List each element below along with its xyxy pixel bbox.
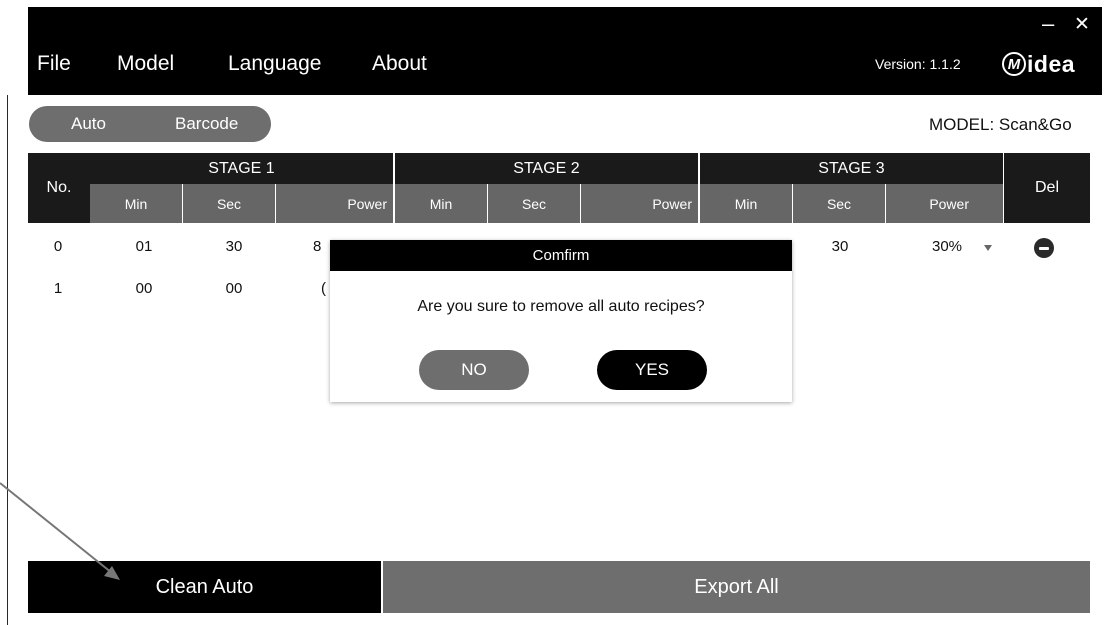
- stage-1-sec-header: Sec: [183, 184, 275, 223]
- brand-logo: M idea: [1002, 49, 1075, 79]
- auto-tab[interactable]: Auto: [71, 114, 106, 134]
- stage-2-header: STAGE 2: [395, 153, 698, 184]
- export-all-button[interactable]: Export All: [383, 561, 1090, 613]
- yes-button[interactable]: YES: [597, 350, 707, 390]
- logo-text: idea: [1027, 50, 1076, 77]
- row-no: 0: [53, 238, 63, 255]
- stage-1-sec-cell[interactable]: 30: [214, 238, 254, 255]
- stage-2-min-header: Min: [395, 184, 487, 223]
- table-header: No. STAGE 1 STAGE 2 STAGE 3 Min Sec Powe…: [28, 153, 1090, 223]
- stage-1-sec-cell[interactable]: 00: [214, 280, 254, 297]
- window-border: [7, 95, 8, 625]
- stage-3-power-select[interactable]: 30%: [927, 238, 967, 255]
- barcode-tab[interactable]: Barcode: [175, 114, 238, 134]
- stage-1-power-header: Power: [276, 184, 393, 223]
- version-label: Version: 1.1.2: [875, 56, 961, 72]
- dialog-message: Are you sure to remove all auto recipes?: [417, 298, 705, 315]
- stage-3-header: STAGE 3: [700, 153, 1003, 184]
- chevron-down-icon[interactable]: [984, 245, 992, 251]
- stage-divider: [393, 153, 395, 223]
- confirm-dialog: Comfirm Are you sure to remove all auto …: [330, 240, 792, 402]
- stage-1-min-cell[interactable]: 00: [124, 280, 164, 297]
- stage-divider: [698, 153, 700, 223]
- mode-toggle: Auto Barcode: [29, 106, 271, 142]
- stage-3-sec-cell[interactable]: 30: [820, 238, 860, 255]
- menu-model[interactable]: Model: [117, 51, 174, 77]
- stage-2-power-header: Power: [581, 184, 698, 223]
- stage-3-power-header: Power: [886, 184, 1003, 223]
- menu-about[interactable]: About: [372, 51, 427, 77]
- column-del: Del: [1004, 153, 1090, 223]
- delete-row-icon[interactable]: [1034, 238, 1054, 258]
- row-no: 1: [53, 280, 63, 297]
- menu-file[interactable]: File: [37, 51, 71, 77]
- minimize-button[interactable]: –: [1042, 13, 1054, 35]
- stage-1-min-cell[interactable]: 01: [124, 238, 164, 255]
- logo-circle-icon: M: [1002, 52, 1026, 76]
- clean-auto-button[interactable]: Clean Auto: [28, 561, 381, 613]
- no-button[interactable]: NO: [419, 350, 529, 390]
- stage-2-sec-header: Sec: [488, 184, 580, 223]
- close-button[interactable]: ✕: [1074, 14, 1090, 36]
- menu-language[interactable]: Language: [228, 51, 321, 77]
- stage-1-header: STAGE 1: [90, 153, 393, 184]
- column-no: No.: [28, 153, 90, 223]
- dialog-title: Comfirm: [330, 240, 792, 271]
- model-label: MODEL: Scan&Go: [929, 115, 1072, 134]
- title-bar: File Model Language About – ✕ Version: 1…: [28, 7, 1102, 95]
- stage-1-min-header: Min: [90, 184, 182, 223]
- stage-3-sec-header: Sec: [793, 184, 885, 223]
- stage-3-min-header: Min: [700, 184, 792, 223]
